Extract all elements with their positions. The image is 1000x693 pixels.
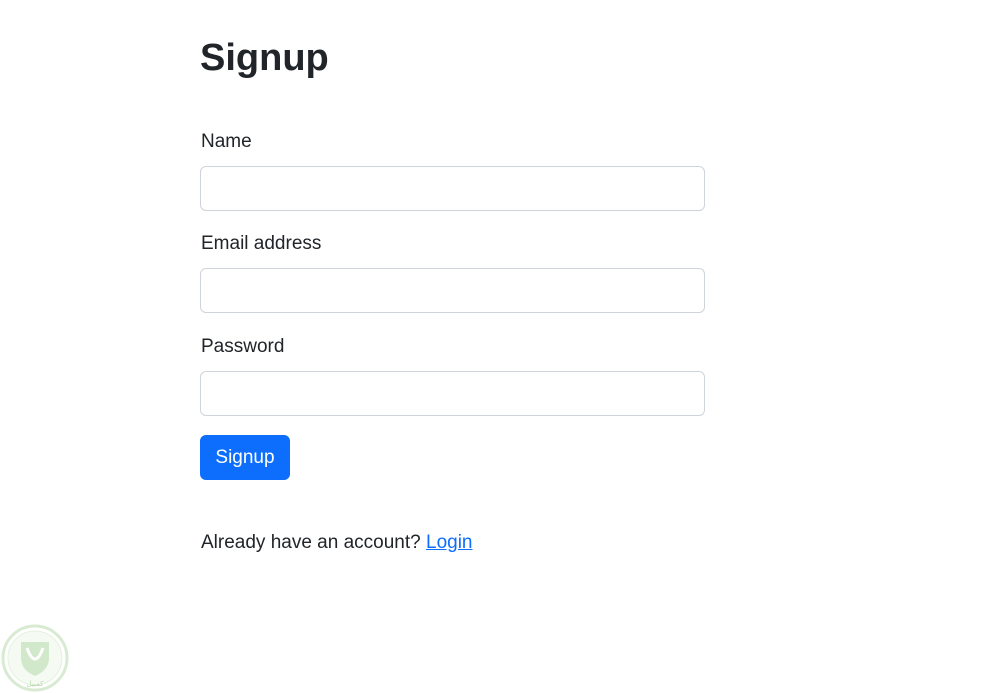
name-input[interactable] [200,166,705,211]
password-label: Password [201,336,285,357]
name-label: Name [201,131,252,152]
login-prompt: Already have an account? Login [201,531,473,555]
login-prompt-text: Already have an account? [201,532,421,553]
signup-page: Signup Name Email address Password Signu… [0,0,1000,693]
page-title: Signup [200,37,329,79]
login-link[interactable]: Login [426,532,473,553]
password-input[interactable] [200,371,705,416]
signup-button[interactable]: Signup [200,435,290,480]
watermark-text: كمبيل [27,680,45,688]
watermark-shield-icon: كمبيل [1,624,69,692]
email-label: Email address [201,233,322,254]
email-input[interactable] [200,268,705,313]
